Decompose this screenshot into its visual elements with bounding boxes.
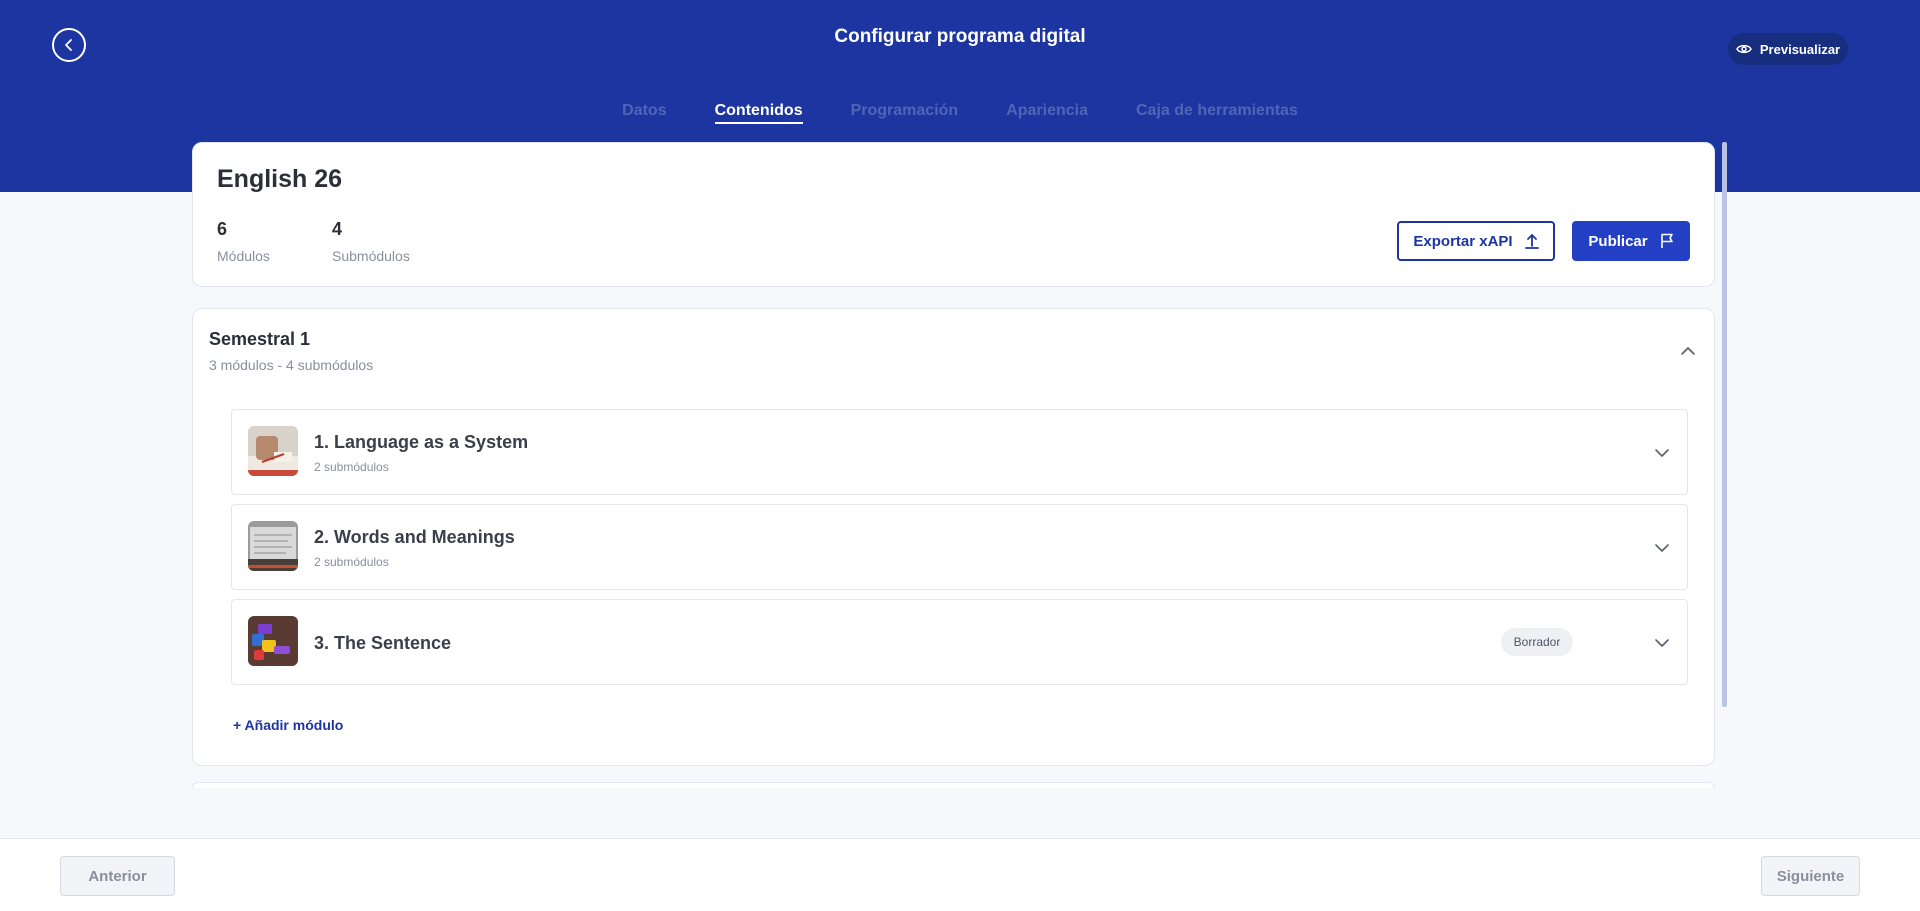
section-subtitle: 3 módulos - 4 submódulos (209, 357, 374, 373)
export-xapi-button[interactable]: Exportar xAPI (1397, 221, 1555, 261)
upload-icon (1524, 234, 1539, 249)
module-thumbnail (248, 521, 298, 571)
tab-apariencia[interactable]: Apariencia (1006, 102, 1088, 124)
previous-button[interactable]: Anterior (60, 856, 175, 896)
section-card: Semestral 1 3 módulos - 4 submódulos 1. … (192, 308, 1715, 766)
tab-programacion[interactable]: Programación (851, 102, 959, 124)
module-thumbnail (248, 616, 298, 666)
module-expand-button[interactable] (1652, 633, 1672, 653)
module-subtitle: 2 submódulos (314, 555, 389, 569)
chevron-down-icon (1655, 639, 1669, 647)
flag-icon (1660, 233, 1673, 248)
export-label: Exportar xAPI (1413, 232, 1513, 250)
eye-icon (1736, 44, 1752, 54)
stat-submodules: 4 Submódulos (332, 219, 410, 264)
module-expand-button[interactable] (1652, 443, 1672, 463)
module-title: 1. Language as a System (314, 432, 529, 452)
next-button[interactable]: Siguiente (1761, 856, 1860, 896)
section-title: Semestral 1 (209, 329, 311, 349)
module-thumbnail (248, 426, 298, 476)
chevron-up-icon (1681, 347, 1695, 355)
chevron-down-icon (1655, 449, 1669, 457)
preview-label: Previsualizar (1759, 41, 1841, 57)
status-badge: Borrador (1501, 628, 1573, 656)
program-summary-card: English 26 6 Módulos 4 Submódulos Export… (192, 142, 1715, 287)
module-item[interactable]: 1. Language as a System 2 submódulos (231, 409, 1688, 495)
module-expand-button[interactable] (1652, 538, 1672, 558)
module-title: 3. The Sentence (314, 633, 452, 653)
publish-label: Publicar (1588, 232, 1648, 250)
module-item[interactable]: 2. Words and Meanings 2 submódulos (231, 504, 1688, 590)
tab-bar: Datos Contenidos Programación Apariencia… (0, 102, 1920, 124)
stat-submodules-value: 4 (332, 219, 343, 239)
add-module-button[interactable]: + Añadir módulo (233, 717, 343, 733)
tab-contenidos[interactable]: Contenidos (714, 102, 803, 124)
publish-button[interactable]: Publicar (1572, 221, 1690, 261)
program-name: English 26 (217, 165, 343, 193)
stat-modules-label: Módulos (217, 248, 270, 264)
tab-caja-de-herramientas[interactable]: Caja de herramientas (1136, 102, 1298, 124)
stat-submodules-label: Submódulos (332, 248, 410, 264)
stat-modules-value: 6 (217, 219, 228, 239)
scrollbar[interactable] (1722, 142, 1727, 707)
chevron-down-icon (1655, 544, 1669, 552)
page-title: Configurar programa digital (834, 26, 1086, 47)
footer-bar: Anterior Siguiente (0, 838, 1920, 911)
next-section-card (192, 782, 1715, 788)
module-subtitle: 2 submódulos (314, 460, 389, 474)
preview-button[interactable]: Previsualizar (1728, 33, 1848, 65)
section-collapse-button[interactable] (1678, 341, 1698, 361)
tab-datos[interactable]: Datos (622, 102, 666, 124)
module-item[interactable]: 3. The Sentence Borrador (231, 599, 1688, 685)
module-title: 2. Words and Meanings (314, 527, 515, 547)
stat-modules: 6 Módulos (217, 219, 270, 264)
